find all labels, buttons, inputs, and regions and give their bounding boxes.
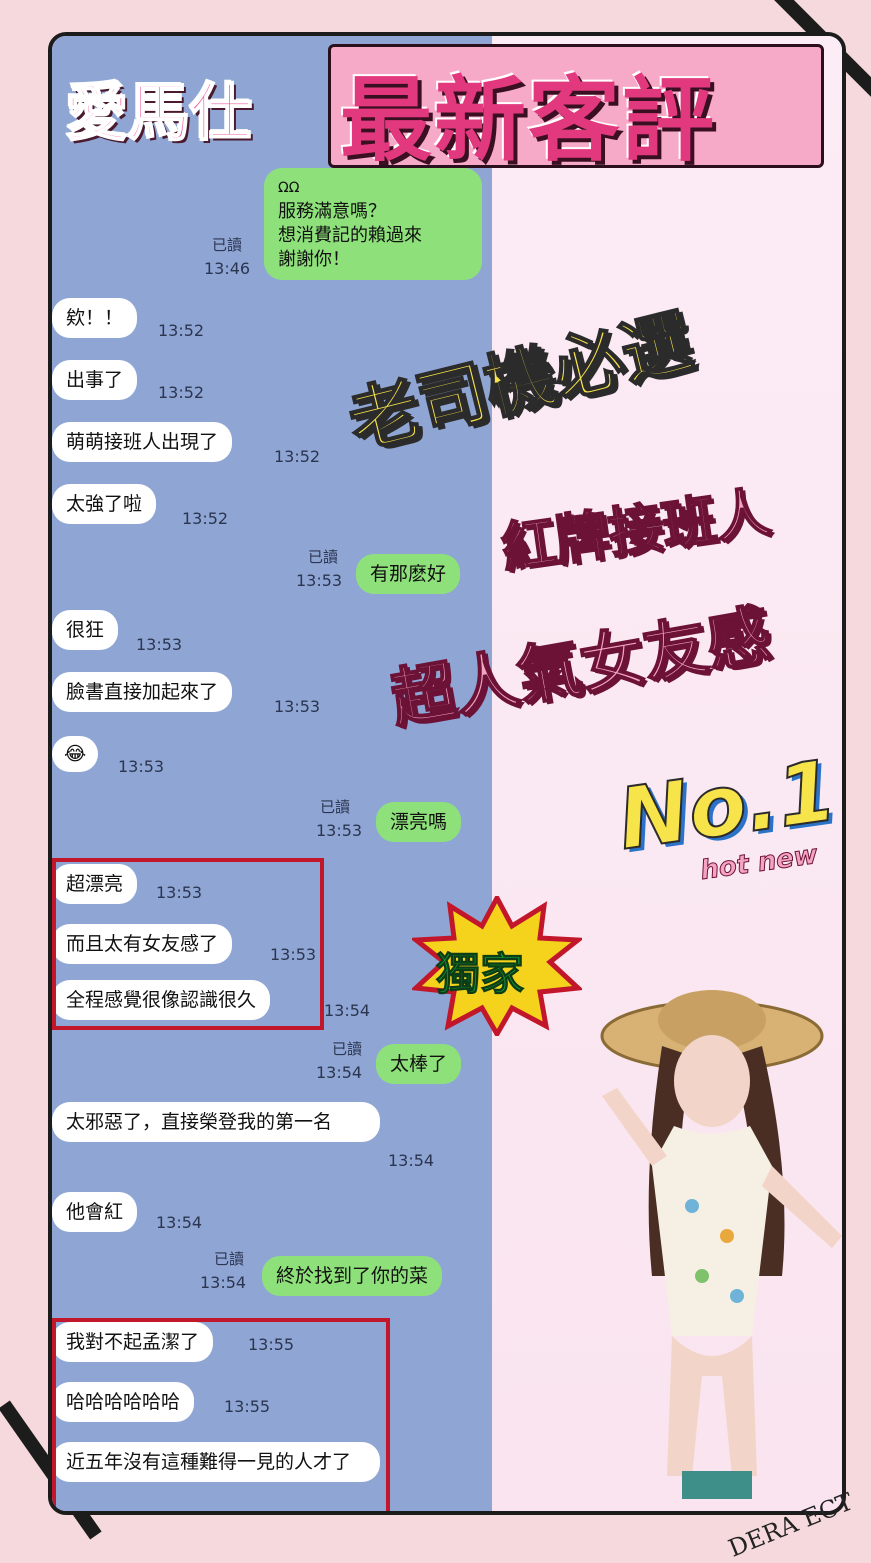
headline: 愛馬仕 最新客評 (58, 42, 828, 174)
chat-message: 他會紅 (52, 1192, 138, 1232)
message-time: 13:54 (200, 1273, 247, 1292)
message-time: 13:54 (156, 1213, 203, 1232)
chat-bubble-me: ΩΩ 服務滿意嗎？ 想消費記的賴過來 謝謝你！ (264, 168, 482, 280)
read-receipt: 已讀 (308, 548, 339, 566)
chat-message-me: 太棒了 (376, 1044, 462, 1084)
highlight-box (52, 858, 324, 1030)
read-receipt: 已讀 (332, 1040, 363, 1058)
sender-tag: ΩΩ (278, 180, 300, 196)
message-time: 13:53 (136, 635, 183, 654)
chat-bubble: 他會紅 (52, 1192, 138, 1232)
chat-message: 太強了啦 (52, 484, 157, 524)
chat-message-first: ΩΩ 服務滿意嗎？ 想消費記的賴過來 謝謝你！ (264, 168, 482, 280)
chat-message: 太邪惡了，直接榮登我的第一名 (52, 1102, 380, 1142)
chat-message: 萌萌接班人出現了 (52, 422, 233, 462)
message-time: 13:54 (324, 1001, 371, 1020)
chat-message: 😂 (52, 736, 99, 772)
chat-message-me: 漂亮嗎 (376, 802, 462, 842)
chat-bubble-me: 終於找到了你的菜 (262, 1256, 443, 1296)
bubble-line: 想消費記的賴過來 (278, 225, 422, 246)
emoji-bubble: 😂 (52, 736, 99, 772)
read-receipt: 已讀 (214, 1250, 245, 1268)
message-time: 13:52 (274, 447, 321, 466)
message-time: 13:52 (158, 321, 205, 340)
read-receipt: 已讀 (320, 798, 351, 816)
chat-bubble: 出事了 (52, 360, 138, 400)
bubble-line: 服務滿意嗎？ (278, 201, 386, 222)
message-time: 13:52 (182, 509, 229, 528)
bubble-line: 謝謝你！ (278, 249, 350, 270)
read-receipt: 已讀 (212, 236, 243, 254)
message-time: 13:53 (274, 697, 321, 716)
chat-message: 很狂 (52, 610, 119, 650)
chat-bubble-me: 太棒了 (376, 1044, 462, 1084)
message-time: 13:54 (388, 1151, 435, 1170)
chat-bubble-me: 漂亮嗎 (376, 802, 462, 842)
chat-bubble: 欸！！ (52, 298, 138, 338)
chat-bubble: 萌萌接班人出現了 (52, 422, 233, 462)
model-photo (600, 990, 842, 1499)
message-time: 13:53 (296, 571, 343, 590)
brand-title: 愛馬仕 (65, 75, 253, 150)
message-time: 13:54 (316, 1063, 363, 1082)
main-title: 最新客評 (340, 67, 717, 174)
message-time: 13:53 (118, 757, 165, 776)
chat-bubble-me: 有那麽好 (356, 554, 461, 594)
poster-frame: 愛馬仕 最新客評 ΩΩ 服務滿意嗎？ 想消費記的賴過來 謝謝你！ 已讀 13:4… (48, 32, 846, 1515)
burst-label: 獨家 (436, 949, 525, 1001)
chat-bubble: 太強了啦 (52, 484, 157, 524)
chat-message: 臉書直接加起來了 (52, 672, 233, 712)
message-time: 13:52 (158, 383, 205, 402)
chat-bubble: 太邪惡了，直接榮登我的第一名 (52, 1102, 380, 1142)
message-time: 13:46 (204, 259, 251, 278)
highlight-box (52, 1318, 390, 1511)
chat-message: 欸！！ (52, 298, 138, 338)
chat-message: 出事了 (52, 360, 138, 400)
chat-message-me: 有那麽好 (356, 554, 461, 594)
chat-message-me: 終於找到了你的菜 (262, 1256, 443, 1296)
message-time: 13:53 (316, 821, 363, 840)
chat-bubble: 臉書直接加起來了 (52, 672, 233, 712)
chat-bubble: 很狂 (52, 610, 119, 650)
